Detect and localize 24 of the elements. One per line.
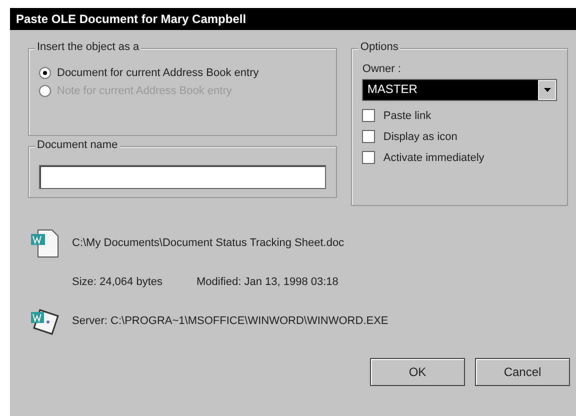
document-name-field[interactable] <box>39 165 326 189</box>
checkbox-label[interactable]: Display as icon <box>383 130 458 142</box>
server-path: Server: C:\PROGRA~1\MSOFFICE\WINWORD\WINWORD.EXE <box>72 315 388 327</box>
radio-button[interactable] <box>39 67 51 79</box>
checkbox-label[interactable]: Paste link <box>383 110 432 122</box>
group-label: Document name <box>35 139 120 151</box>
file-path: C:\My Documents\Document Status Tracking Sheet.doc <box>72 237 344 249</box>
window-title: Paste OLE Document for Mary Campbell <box>10 8 576 30</box>
ok-button[interactable]: OK <box>370 358 465 386</box>
checkbox-label[interactable]: Activate immediately <box>383 152 484 164</box>
file-modified: Modified: Jan 13, 1998 03:18 <box>196 276 338 288</box>
file-size: Size: 24,064 bytes <box>72 276 163 288</box>
owner-dropdown[interactable]: MASTER <box>362 79 557 101</box>
caret-icon <box>544 88 550 92</box>
checkbox[interactable] <box>362 109 376 122</box>
group-label: Insert the object as a <box>35 41 142 53</box>
application-icon <box>30 306 60 336</box>
document-icon <box>30 228 60 258</box>
checkbox[interactable] <box>362 151 376 164</box>
cancel-button[interactable]: Cancel <box>475 358 570 386</box>
owner-label: Owner : <box>362 63 402 75</box>
checkbox[interactable] <box>362 130 376 143</box>
radio-label[interactable]: Document for current Address Book entry <box>57 67 259 79</box>
group-label: Options <box>358 41 400 53</box>
